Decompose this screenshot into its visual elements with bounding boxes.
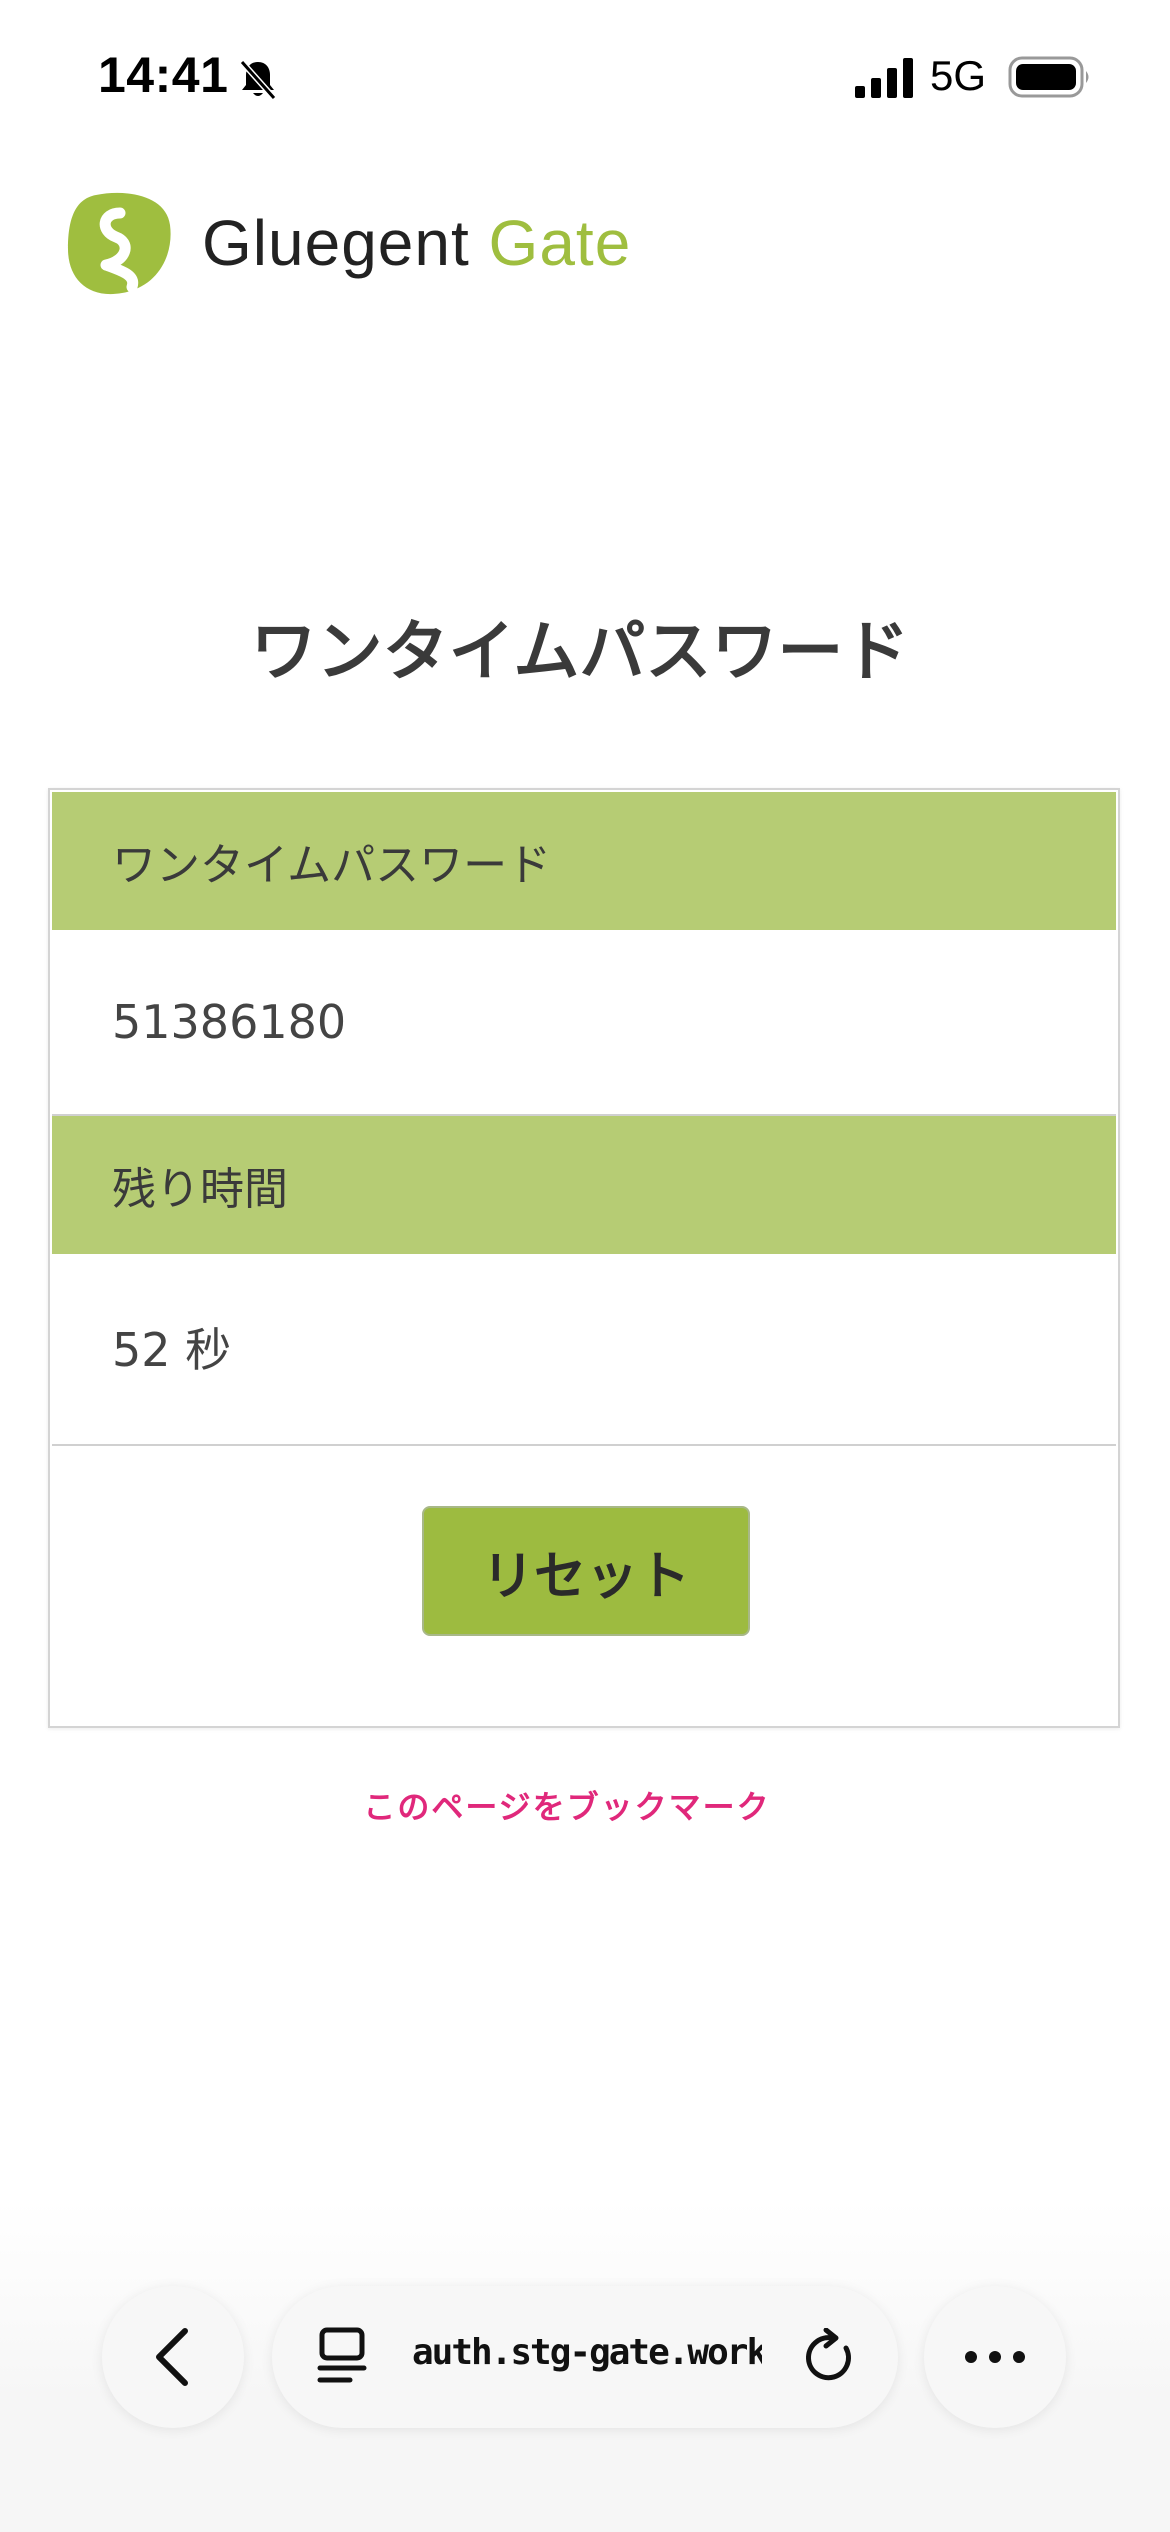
otp-card: ワンタイムパスワード 51386180 残り時間 52 秒 リセット xyxy=(48,788,1120,1728)
otp-table: ワンタイムパスワード 51386180 残り時間 52 秒 xyxy=(52,792,1116,1446)
bookmark-link[interactable]: このページをブックマーク xyxy=(0,1782,1134,1828)
remaining-time-value: 52 秒 xyxy=(52,1254,1116,1440)
logo-word-gluegent: Gluegent xyxy=(202,207,470,279)
remaining-time-label: 残り時間 xyxy=(52,1116,1116,1254)
gluegent-gate-logo: Gluegent Gate xyxy=(66,188,631,298)
logo-text: Gluegent Gate xyxy=(202,206,631,280)
network-label: 5G xyxy=(930,52,987,99)
url-text: auth.stg-gate.work xyxy=(412,2332,762,2373)
chevron-left-icon xyxy=(156,2328,188,2386)
logo-mark-icon xyxy=(68,192,171,295)
page-title: ワンタイムパスワード xyxy=(250,613,910,690)
reset-button[interactable]: リセット xyxy=(422,1506,750,1636)
reload-icon[interactable] xyxy=(802,2328,858,2386)
bell-slash-icon xyxy=(239,60,277,100)
status-time: 14:41 xyxy=(98,47,229,103)
password-label: ワンタイムパスワード xyxy=(52,792,1116,930)
back-button[interactable] xyxy=(102,2286,244,2428)
status-bar: 14:41 5G xyxy=(0,0,1170,150)
password-value: 51386180 xyxy=(52,930,1116,1116)
more-button[interactable] xyxy=(924,2286,1066,2428)
battery-icon xyxy=(1008,56,1089,98)
logo-word-gate: Gate xyxy=(488,207,632,279)
tabs-icon xyxy=(317,2327,367,2383)
signal-icon xyxy=(855,58,913,98)
more-icon xyxy=(965,2351,1025,2363)
address-bar[interactable]: auth.stg-gate.work xyxy=(272,2286,898,2428)
